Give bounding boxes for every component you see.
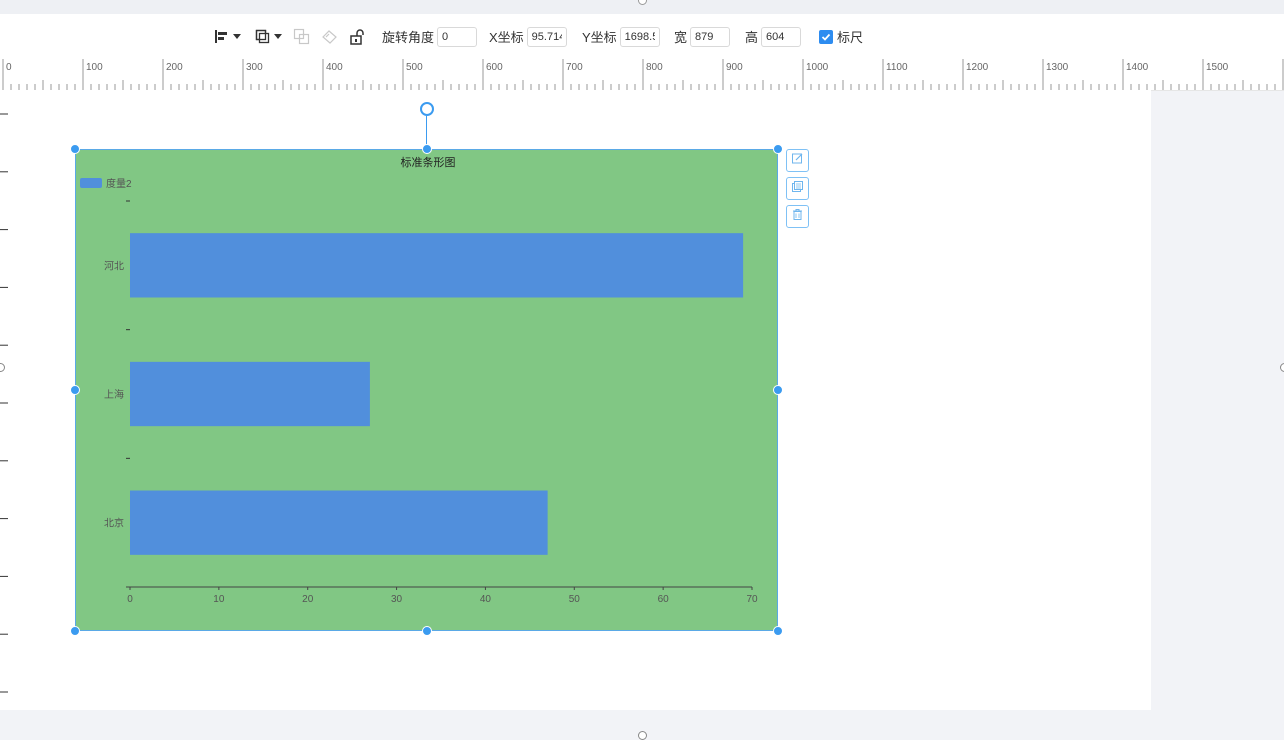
rotate-handle[interactable] [420,102,434,116]
x-input[interactable] [526,26,567,47]
bar-chart-component[interactable]: 标准条形图 度量2 河北上海北京 0 10 20 30 40 50 60 70 [75,149,778,631]
height-input[interactable] [761,26,802,47]
chart-title: 标准条形图 [401,155,456,169]
resize-handle-bottom-right[interactable] [773,626,783,636]
resize-handle-top[interactable] [422,144,432,154]
y-label: Y坐标 [582,30,617,45]
group-button[interactable] [293,14,310,59]
x-tick-label: 40 [480,594,492,605]
ruler-label: 0 [6,62,12,73]
ruler-label: 500 [406,62,423,73]
align-left-icon [214,29,229,44]
ruler-label: 1300 [1046,62,1069,73]
x-tick-label: 30 [391,594,403,605]
checkbox-checked-icon[interactable] [819,29,833,44]
lock-button[interactable] [349,14,365,59]
top-edge-handle[interactable] [638,0,647,5]
x-field-group: X坐标 [489,14,567,59]
toolbar: 旋转角度 X坐标 Y坐标 宽 高 标尺 [0,14,1284,59]
y-tick-label: 河北 [104,260,124,272]
ruler-label: 700 [566,62,583,73]
x-tick-label: 70 [746,594,758,605]
unlock-icon [349,28,365,45]
ruler-label: 600 [486,62,503,73]
ruler-label: 400 [326,62,343,73]
resize-handle-top-right[interactable] [773,144,783,154]
layer-icon [255,29,270,44]
ungroup-button[interactable] [321,14,338,59]
height-field-group: 高 [745,14,802,59]
group-icon [293,28,310,45]
ruler-label: 200 [166,62,183,73]
bar-河北[interactable] [130,233,744,298]
y-input[interactable] [619,26,660,47]
width-input[interactable] [690,26,731,47]
vertical-ruler-ticks [0,113,8,693]
resize-handle-top-left[interactable] [70,144,80,154]
ruler-label: 100 [86,62,103,73]
bar-北京[interactable] [130,490,548,555]
chevron-down-icon [274,34,282,39]
ruler-toggle[interactable]: 标尺 [819,14,863,59]
legend-label[interactable]: 度量2 [106,177,132,190]
delete-button[interactable] [786,205,809,228]
ruler-label: 1400 [1126,62,1149,73]
window-top-strip [0,0,1284,14]
resize-handle-right[interactable] [773,385,783,395]
ruler-label: 1500 [1206,62,1229,73]
align-dropdown[interactable] [214,14,241,59]
rotate-input[interactable] [437,26,478,47]
ruler-label: 1200 [966,62,989,73]
y-tick-label: 上海 [104,388,124,401]
ruler-label: 800 [646,62,663,73]
right-edge-handle[interactable] [1280,363,1284,372]
bar-chart: 标准条形图 度量2 河北上海北京 0 10 20 30 40 50 60 70 [80,155,758,605]
rotate-label: 旋转角度 [382,30,435,45]
legend-swatch[interactable] [80,178,102,188]
x-label: X坐标 [489,30,524,45]
resize-handle-bottom-left[interactable] [70,626,80,636]
chevron-down-icon [233,34,241,39]
ruler-label: 标尺 [837,30,864,45]
copy-icon [791,180,804,198]
x-tick-label: 10 [213,594,225,605]
rotate-field-group: 旋转角度 [382,14,478,59]
ungroup-icon [321,28,338,45]
horizontal-ruler: 0 100 200 300 400 500 600 700 800 900 1000 1100 1200… [0,59,1284,91]
edit-icon [791,152,804,170]
y-tick-label: 北京 [104,517,124,530]
layer-dropdown[interactable] [255,14,282,59]
ruler-label: 1100 [886,62,908,73]
width-field-group: 宽 [674,14,731,59]
x-tick-label: 20 [302,594,314,605]
bar-上海[interactable] [130,361,370,427]
resize-handle-left[interactable] [70,385,80,395]
x-tick-label: 0 [127,594,133,605]
resize-handle-bottom[interactable] [422,626,432,636]
copy-button[interactable] [786,177,809,200]
edit-button[interactable] [786,149,809,172]
height-label: 高 [745,30,759,45]
delete-icon [791,208,804,226]
x-tick-label: 60 [658,594,670,605]
x-tick-label: 50 [569,594,581,605]
ruler-label: 1000 [806,62,829,73]
ruler-label: 300 [246,62,263,73]
ruler-scale: 0 100 200 300 400 500 600 700 800 900 1000 1100 1200… [2,59,1284,90]
ruler-label: 900 [726,62,743,73]
width-label: 宽 [674,30,688,45]
y-field-group: Y坐标 [582,14,660,59]
